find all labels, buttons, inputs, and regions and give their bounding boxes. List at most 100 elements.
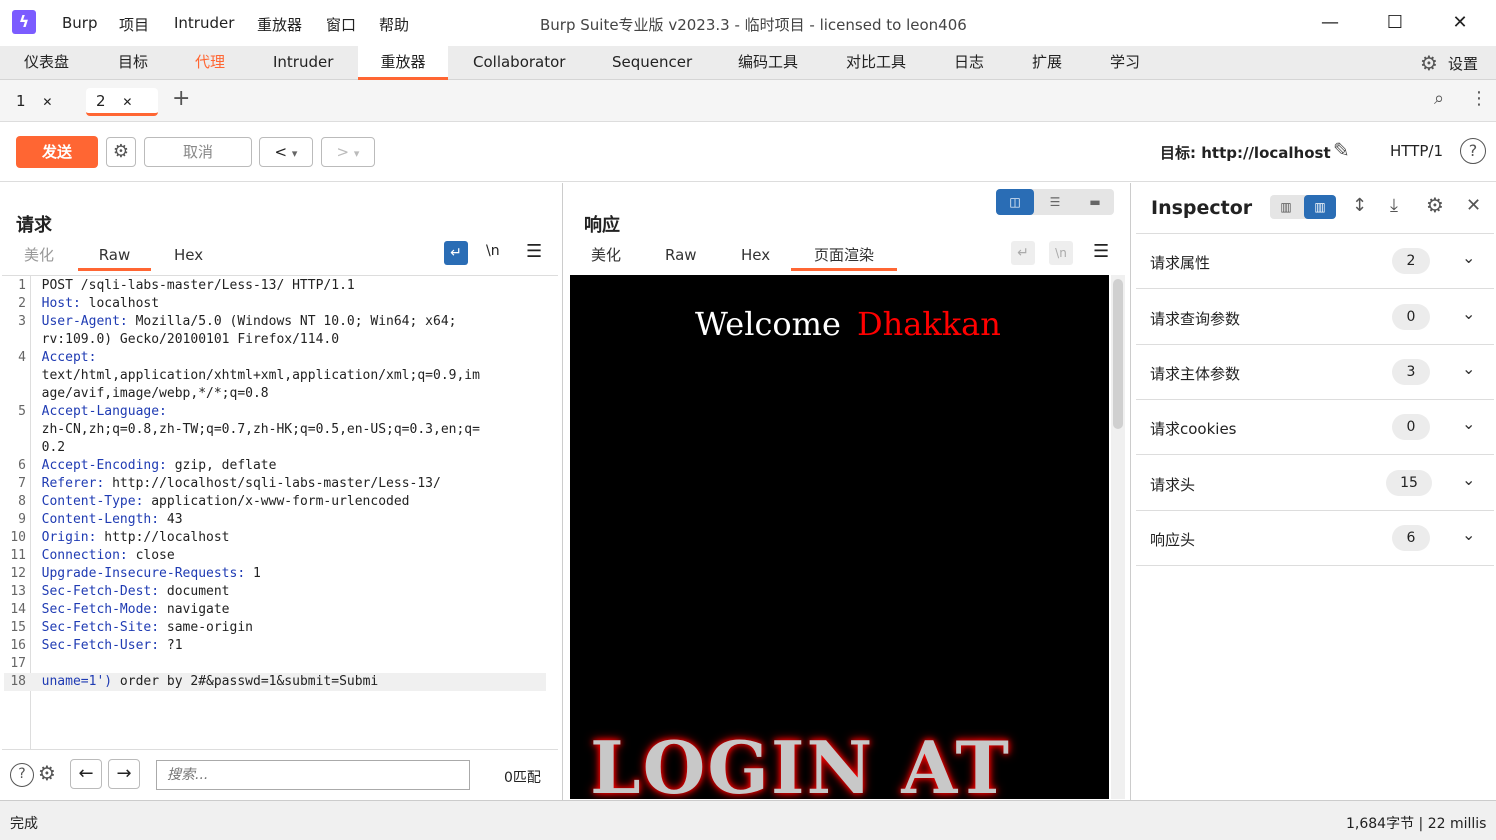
response-tab-hex[interactable]: Hex xyxy=(727,241,784,271)
tab-learn[interactable]: 学习 xyxy=(1100,46,1150,80)
code-line[interactable]: 11 Connection: close xyxy=(4,547,554,565)
code-line[interactable]: zh-CN,zh;q=0.8,zh-TW;q=0.7,zh-HK;q=0.5,e… xyxy=(4,421,554,439)
tab-proxy[interactable]: 代理 xyxy=(185,46,235,80)
search-icon[interactable]: ⌕ xyxy=(1434,88,1444,109)
menu-repeater[interactable]: 重放器 xyxy=(257,14,302,35)
code-line[interactable]: 12 Upgrade-Insecure-Requests: 1 xyxy=(4,565,554,583)
inspector-row-request-headers[interactable]: 请求头 15 ⌄ xyxy=(1136,456,1494,511)
code-line[interactable]: 16 Sec-Fetch-User: ?1 xyxy=(4,637,554,655)
response-menu-icon[interactable]: ☰ xyxy=(1093,241,1109,262)
code-line[interactable]: 18 uname=1') order by 2#&passwd=1&submit… xyxy=(4,673,546,691)
chevron-down-icon[interactable]: ⌄ xyxy=(1462,304,1475,323)
layout-tabs-icon[interactable]: ▬ xyxy=(1076,189,1114,215)
target-label[interactable]: 目标: http://localhost xyxy=(1160,142,1331,163)
search-next-arrow-icon[interactable]: → xyxy=(108,759,140,789)
maximize-icon[interactable]: ☐ xyxy=(1375,8,1415,38)
tab-comparer[interactable]: 对比工具 xyxy=(836,46,916,80)
back-button[interactable]: < ▾ xyxy=(259,137,313,167)
cancel-button[interactable]: 取消 xyxy=(144,137,252,167)
more-menu-icon[interactable]: ⋮ xyxy=(1470,88,1488,109)
inspector-row-query-params[interactable]: 请求查询参数 0 ⌄ xyxy=(1136,290,1494,345)
edit-target-pencil-icon[interactable]: ✎ xyxy=(1333,138,1350,162)
scrollbar-thumb[interactable] xyxy=(1113,279,1123,429)
search-prev-arrow-icon[interactable]: ← xyxy=(70,759,102,789)
newline-toggle-icon[interactable]: \n xyxy=(486,243,500,259)
tab-intruder[interactable]: Intruder xyxy=(263,46,343,80)
inspector-row-cookies[interactable]: 请求cookies 0 ⌄ xyxy=(1136,400,1494,455)
inspector-layout-right-icon[interactable]: ▥ xyxy=(1304,195,1336,219)
request-tab-raw[interactable]: Raw xyxy=(78,241,151,271)
code-line[interactable]: 1 POST /sqli-labs-master/Less-13/ HTTP/1… xyxy=(4,277,554,295)
code-line[interactable]: 2 Host: localhost xyxy=(4,295,554,313)
code-line[interactable]: 13 Sec-Fetch-Dest: document xyxy=(4,583,554,601)
inspector-row-body-params[interactable]: 请求主体参数 3 ⌄ xyxy=(1136,345,1494,400)
code-line[interactable]: text/html,application/xhtml+xml,applicat… xyxy=(4,367,554,385)
layout-side-by-side-icon[interactable]: ◫ xyxy=(996,189,1034,215)
code-line[interactable]: 7 Referer: http://localhost/sqli-labs-ma… xyxy=(4,475,554,493)
collapse-all-icon[interactable]: ⤓ xyxy=(1390,195,1398,216)
send-settings-gear-icon[interactable]: ⚙ xyxy=(106,137,136,167)
response-tab-raw[interactable]: Raw xyxy=(651,241,711,271)
request-tab-hex[interactable]: Hex xyxy=(160,241,217,271)
close-inspector-icon[interactable]: ✕ xyxy=(1466,195,1481,216)
close-tab-icon[interactable]: ✕ xyxy=(122,95,132,109)
expand-all-icon[interactable]: ↕ xyxy=(1352,195,1367,216)
tab-logger[interactable]: 日志 xyxy=(944,46,994,80)
chevron-down-icon[interactable]: ⌄ xyxy=(1462,525,1475,544)
code-line[interactable]: 6 Accept-Encoding: gzip, deflate xyxy=(4,457,554,475)
code-line[interactable]: 15 Sec-Fetch-Site: same-origin xyxy=(4,619,554,637)
settings-gear-icon[interactable]: ⚙ xyxy=(1420,51,1438,75)
forward-button[interactable]: > ▾ xyxy=(321,137,375,167)
code-line[interactable]: 10 Origin: http://localhost xyxy=(4,529,554,547)
code-line[interactable]: age/avif,image/webp,*/*;q=0.8 xyxy=(4,385,554,403)
forward-dropdown-icon[interactable]: ▾ xyxy=(354,147,360,160)
chevron-down-icon[interactable]: ⌄ xyxy=(1462,248,1475,267)
code-line[interactable]: 9 Content-Length: 43 xyxy=(4,511,554,529)
tab-dashboard[interactable]: 仪表盘 xyxy=(14,46,79,80)
scrollbar[interactable] xyxy=(1111,275,1125,799)
request-tab-pretty[interactable]: 美化 xyxy=(10,241,68,271)
tab-extensions[interactable]: 扩展 xyxy=(1022,46,1072,80)
tab-repeater[interactable]: 重放器 xyxy=(358,46,448,80)
close-window-icon[interactable]: ✕ xyxy=(1440,8,1480,38)
inspector-layout-left-icon[interactable]: ▥ xyxy=(1270,195,1302,219)
response-tab-pretty[interactable]: 美化 xyxy=(577,241,635,271)
search-help-icon[interactable]: ? xyxy=(10,763,34,787)
tab-decoder[interactable]: 编码工具 xyxy=(728,46,808,80)
chevron-down-icon[interactable]: ⌄ xyxy=(1462,414,1475,433)
close-tab-icon[interactable]: ✕ xyxy=(42,95,52,109)
menu-intruder[interactable]: Intruder xyxy=(174,14,234,32)
add-tab-icon[interactable]: + xyxy=(172,86,190,111)
request-menu-icon[interactable]: ☰ xyxy=(526,241,542,262)
code-line[interactable]: rv:109.0) Gecko/20100101 Firefox/114.0 xyxy=(4,331,554,349)
inspector-settings-gear-icon[interactable]: ⚙ xyxy=(1426,193,1444,217)
code-line[interactable]: 8 Content-Type: application/x-www-form-u… xyxy=(4,493,554,511)
code-line[interactable]: 14 Sec-Fetch-Mode: navigate xyxy=(4,601,554,619)
search-settings-gear-icon[interactable]: ⚙ xyxy=(38,761,56,785)
wrap-lines-icon[interactable]: ↵ xyxy=(444,241,468,265)
repeater-tab-2[interactable]: 2 ✕ xyxy=(86,88,158,116)
tab-sequencer[interactable]: Sequencer xyxy=(602,46,702,80)
minimize-icon[interactable]: — xyxy=(1310,8,1350,38)
code-line[interactable]: 5 Accept-Language: xyxy=(4,403,554,421)
back-dropdown-icon[interactable]: ▾ xyxy=(292,147,298,160)
http-version[interactable]: HTTP/1 xyxy=(1390,142,1443,160)
menu-window[interactable]: 窗口 xyxy=(326,14,356,35)
search-input[interactable] xyxy=(156,760,470,790)
chevron-down-icon[interactable]: ⌄ xyxy=(1462,470,1475,489)
repeater-tab-1[interactable]: 1 ✕ xyxy=(6,88,78,116)
settings-label[interactable]: 设置 xyxy=(1448,53,1478,74)
code-line[interactable]: 17 xyxy=(4,655,554,673)
code-line[interactable]: 4 Accept: xyxy=(4,349,554,367)
menu-project[interactable]: 项目 xyxy=(119,14,149,35)
tab-collaborator[interactable]: Collaborator xyxy=(463,46,575,80)
layout-stacked-icon[interactable]: ☰ xyxy=(1036,189,1074,215)
menu-burp[interactable]: Burp xyxy=(62,14,98,32)
chevron-down-icon[interactable]: ⌄ xyxy=(1462,359,1475,378)
help-icon[interactable]: ? xyxy=(1460,138,1486,164)
code-line[interactable]: 3 User-Agent: Mozilla/5.0 (Windows NT 10… xyxy=(4,313,554,331)
inspector-row-request-attributes[interactable]: 请求属性 2 ⌄ xyxy=(1136,234,1494,289)
tab-target[interactable]: 目标 xyxy=(108,46,158,80)
code-line[interactable]: 0.2 xyxy=(4,439,554,457)
send-button[interactable]: 发送 xyxy=(16,136,98,168)
